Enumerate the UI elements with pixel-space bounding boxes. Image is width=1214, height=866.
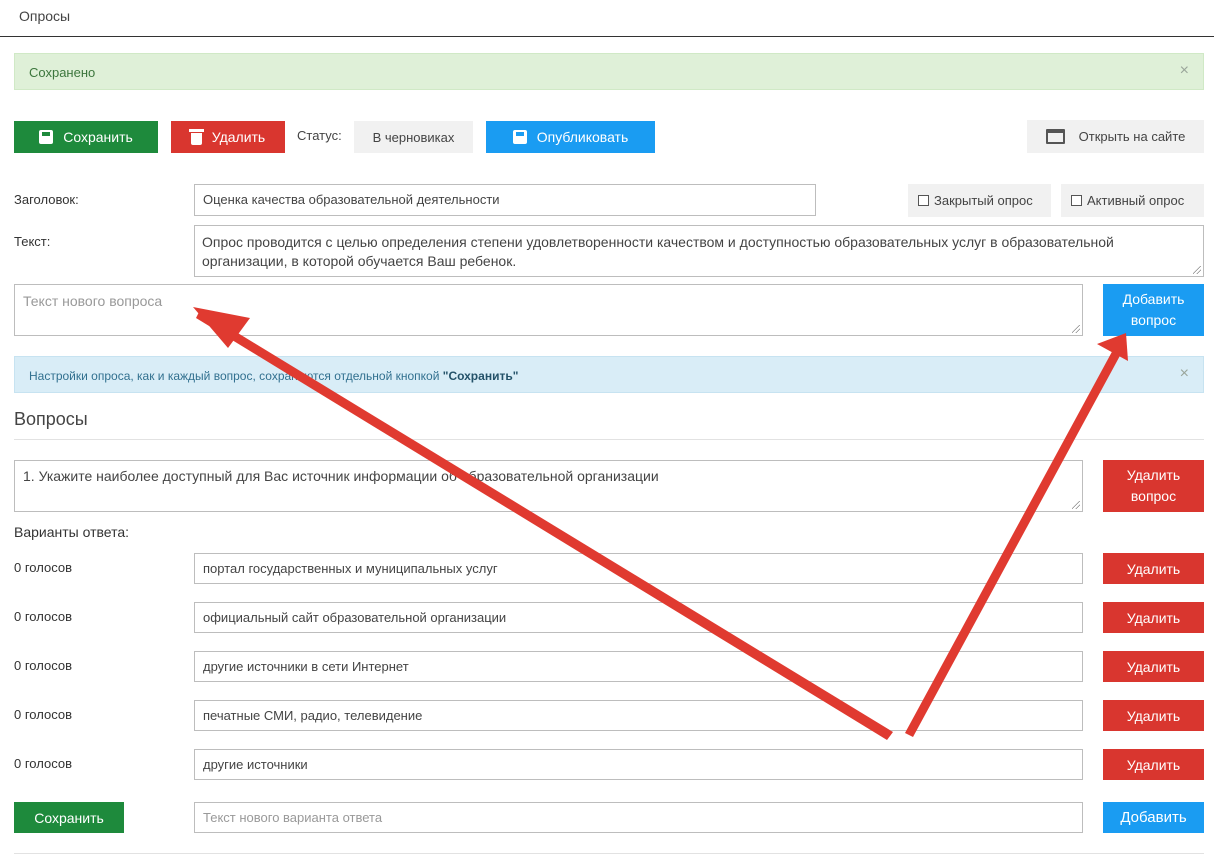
save-button-label: Сохранить: [63, 129, 133, 145]
open-on-site-button[interactable]: Открыть на сайте: [1027, 120, 1204, 153]
info-alert-emphasis: "Сохранить": [442, 369, 519, 383]
answer-field[interactable]: другие источники в сети Интернет: [194, 651, 1083, 682]
answers-label: Варианты ответа:: [14, 524, 130, 540]
section-divider: [14, 439, 1204, 440]
text-label: Текст:: [14, 234, 51, 249]
delete-answer-button[interactable]: Удалить: [1103, 749, 1204, 780]
answer-votes: 0 голосов: [14, 756, 72, 771]
questions-heading: Вопросы: [14, 409, 88, 429]
status-label: Статус:: [297, 128, 342, 143]
publish-button[interactable]: Опубликовать: [486, 121, 655, 153]
question-text-field[interactable]: 1. Укажите наиболее доступный для Вас ис…: [14, 460, 1083, 512]
floppy-disk-icon: [512, 130, 527, 144]
resize-grip-icon[interactable]: [1193, 266, 1201, 274]
title-divider: [0, 36, 1214, 37]
resize-grip-icon[interactable]: [1072, 501, 1080, 509]
add-answer-button[interactable]: Добавить: [1103, 802, 1204, 833]
trash-icon: [188, 128, 204, 145]
new-answer-placeholder: Текст нового варианта ответа: [203, 810, 383, 825]
publish-button-label: Опубликовать: [536, 129, 629, 145]
answer-field[interactable]: портал государственных и муниципальных у…: [194, 553, 1083, 584]
delete-answer-button[interactable]: Удалить: [1103, 700, 1204, 731]
delete-poll-button[interactable]: Удалить: [171, 121, 285, 153]
checkbox-icon: [918, 195, 929, 206]
floppy-disk-icon: [39, 130, 54, 144]
delete-question-button[interactable]: Удалить вопрос: [1103, 460, 1204, 512]
page-title: Опросы: [19, 8, 71, 24]
browser-window-icon: [1045, 129, 1065, 144]
title-label: Заголовок:: [14, 192, 79, 207]
save-button[interactable]: Сохранить: [14, 121, 158, 153]
bottom-divider: [14, 853, 1204, 854]
save-question-button[interactable]: Сохранить: [14, 802, 124, 833]
question-text: 1. Укажите наиболее доступный для Вас ис…: [23, 468, 659, 484]
new-question-input[interactable]: Текст нового вопроса: [14, 284, 1083, 336]
answer-field[interactable]: официальный сайт образовательной организ…: [194, 602, 1083, 633]
resize-grip-icon[interactable]: [1072, 325, 1080, 333]
close-icon[interactable]: ×: [1180, 365, 1189, 383]
text-field-value: Опрос проводится с целью определения сте…: [202, 234, 1114, 269]
active-poll-toggle[interactable]: Активный опрос: [1061, 184, 1204, 217]
answer-votes: 0 голосов: [14, 707, 72, 722]
status-badge: В черновиках: [354, 121, 473, 153]
new-answer-input[interactable]: Текст нового варианта ответа: [194, 802, 1083, 833]
checkbox-icon: [1071, 195, 1082, 206]
answer-votes: 0 голосов: [14, 609, 72, 624]
success-alert: Сохранено ×: [14, 53, 1204, 90]
info-alert-text: Настройки опроса, как и каждый вопрос, с…: [29, 369, 518, 383]
delete-answer-button[interactable]: Удалить: [1103, 602, 1204, 633]
closed-poll-toggle[interactable]: Закрытый опрос: [908, 184, 1051, 217]
text-field[interactable]: Опрос проводится с целью определения сте…: [194, 225, 1204, 277]
info-alert-message: Настройки опроса, как и каждый вопрос, с…: [29, 369, 443, 383]
answer-votes: 0 голосов: [14, 560, 72, 575]
answer-field[interactable]: печатные СМИ, радио, телевидение: [194, 700, 1083, 731]
info-alert: Настройки опроса, как и каждый вопрос, с…: [14, 356, 1204, 393]
title-field[interactable]: Оценка качества образовательной деятельн…: [194, 184, 816, 216]
active-poll-label: Активный опрос: [1087, 193, 1185, 208]
delete-answer-button[interactable]: Удалить: [1103, 553, 1204, 584]
success-alert-text: Сохранено: [29, 65, 96, 80]
open-on-site-label: Открыть на сайте: [1078, 129, 1186, 144]
answer-votes: 0 голосов: [14, 658, 72, 673]
new-question-placeholder: Текст нового вопроса: [23, 293, 163, 309]
closed-poll-label: Закрытый опрос: [934, 193, 1033, 208]
add-question-button[interactable]: Добавить вопрос: [1103, 284, 1204, 336]
close-icon[interactable]: ×: [1180, 62, 1189, 80]
answer-field[interactable]: другие источники: [194, 749, 1083, 780]
delete-poll-label: Удалить: [211, 129, 266, 145]
delete-answer-button[interactable]: Удалить: [1103, 651, 1204, 682]
